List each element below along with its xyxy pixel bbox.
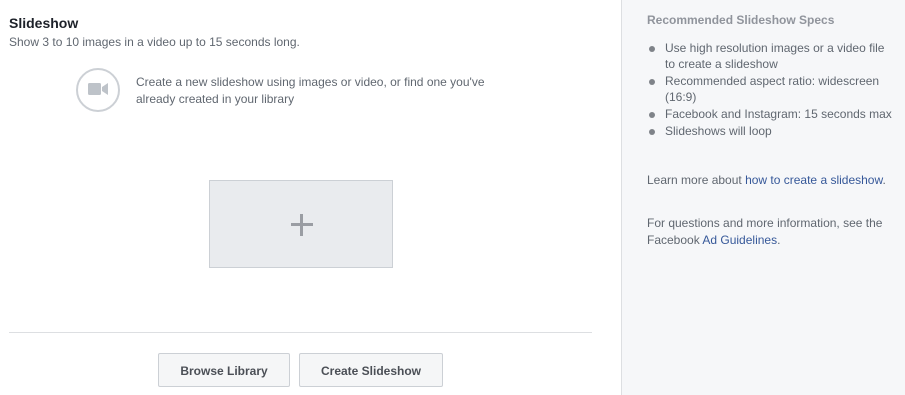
slideshow-hint-text: Create a new slideshow using images or v… — [136, 75, 485, 106]
spec-text: Recommended aspect ratio: widescreen (16… — [665, 74, 880, 104]
learn-more-suffix: . — [882, 173, 886, 187]
bullet-icon — [649, 46, 655, 52]
spec-text: Slideshows will loop — [665, 124, 772, 138]
bullet-icon — [649, 79, 655, 85]
bullet-icon — [649, 112, 655, 118]
add-media-dropzone[interactable] — [209, 180, 393, 268]
divider — [9, 332, 592, 333]
learn-more-text: Learn more about how to create a slidesh… — [647, 172, 897, 189]
learn-more-prefix: Learn more about — [647, 173, 746, 187]
plus-icon-vertical — [300, 214, 303, 236]
spec-text: Facebook and Instagram: 15 seconds max — [665, 107, 892, 121]
ad-guidelines-link[interactable]: Ad Guidelines — [702, 233, 777, 247]
create-slideshow-button[interactable]: Create Slideshow — [299, 353, 443, 387]
section-title: Slideshow — [9, 15, 79, 31]
how-to-create-slideshow-link[interactable]: how to create a slideshow — [745, 173, 882, 187]
browse-library-button[interactable]: Browse Library — [158, 353, 290, 387]
specs-list: Use high resolution images or a video fi… — [647, 40, 897, 140]
questions-text: For questions and more information, see … — [647, 215, 902, 249]
list-item: Recommended aspect ratio: widescreen (16… — [647, 73, 897, 105]
list-item: Use high resolution images or a video fi… — [647, 40, 897, 72]
specs-title: Recommended Slideshow Specs — [647, 13, 835, 27]
slideshow-main-panel: Slideshow Show 3 to 10 images in a video… — [0, 0, 621, 395]
section-subtitle: Show 3 to 10 images in a video up to 15 … — [9, 35, 300, 49]
bullet-icon — [649, 129, 655, 135]
spec-text: Use high resolution images or a video fi… — [665, 41, 885, 71]
slideshow-dialog: Slideshow Show 3 to 10 images in a video… — [0, 0, 905, 395]
list-item: Facebook and Instagram: 15 seconds max — [647, 106, 897, 122]
specs-sidebar: Recommended Slideshow Specs Use high res… — [621, 0, 905, 395]
questions-suffix: . — [777, 233, 781, 247]
list-item: Slideshows will loop — [647, 123, 897, 139]
video-camera-icon — [76, 68, 120, 112]
